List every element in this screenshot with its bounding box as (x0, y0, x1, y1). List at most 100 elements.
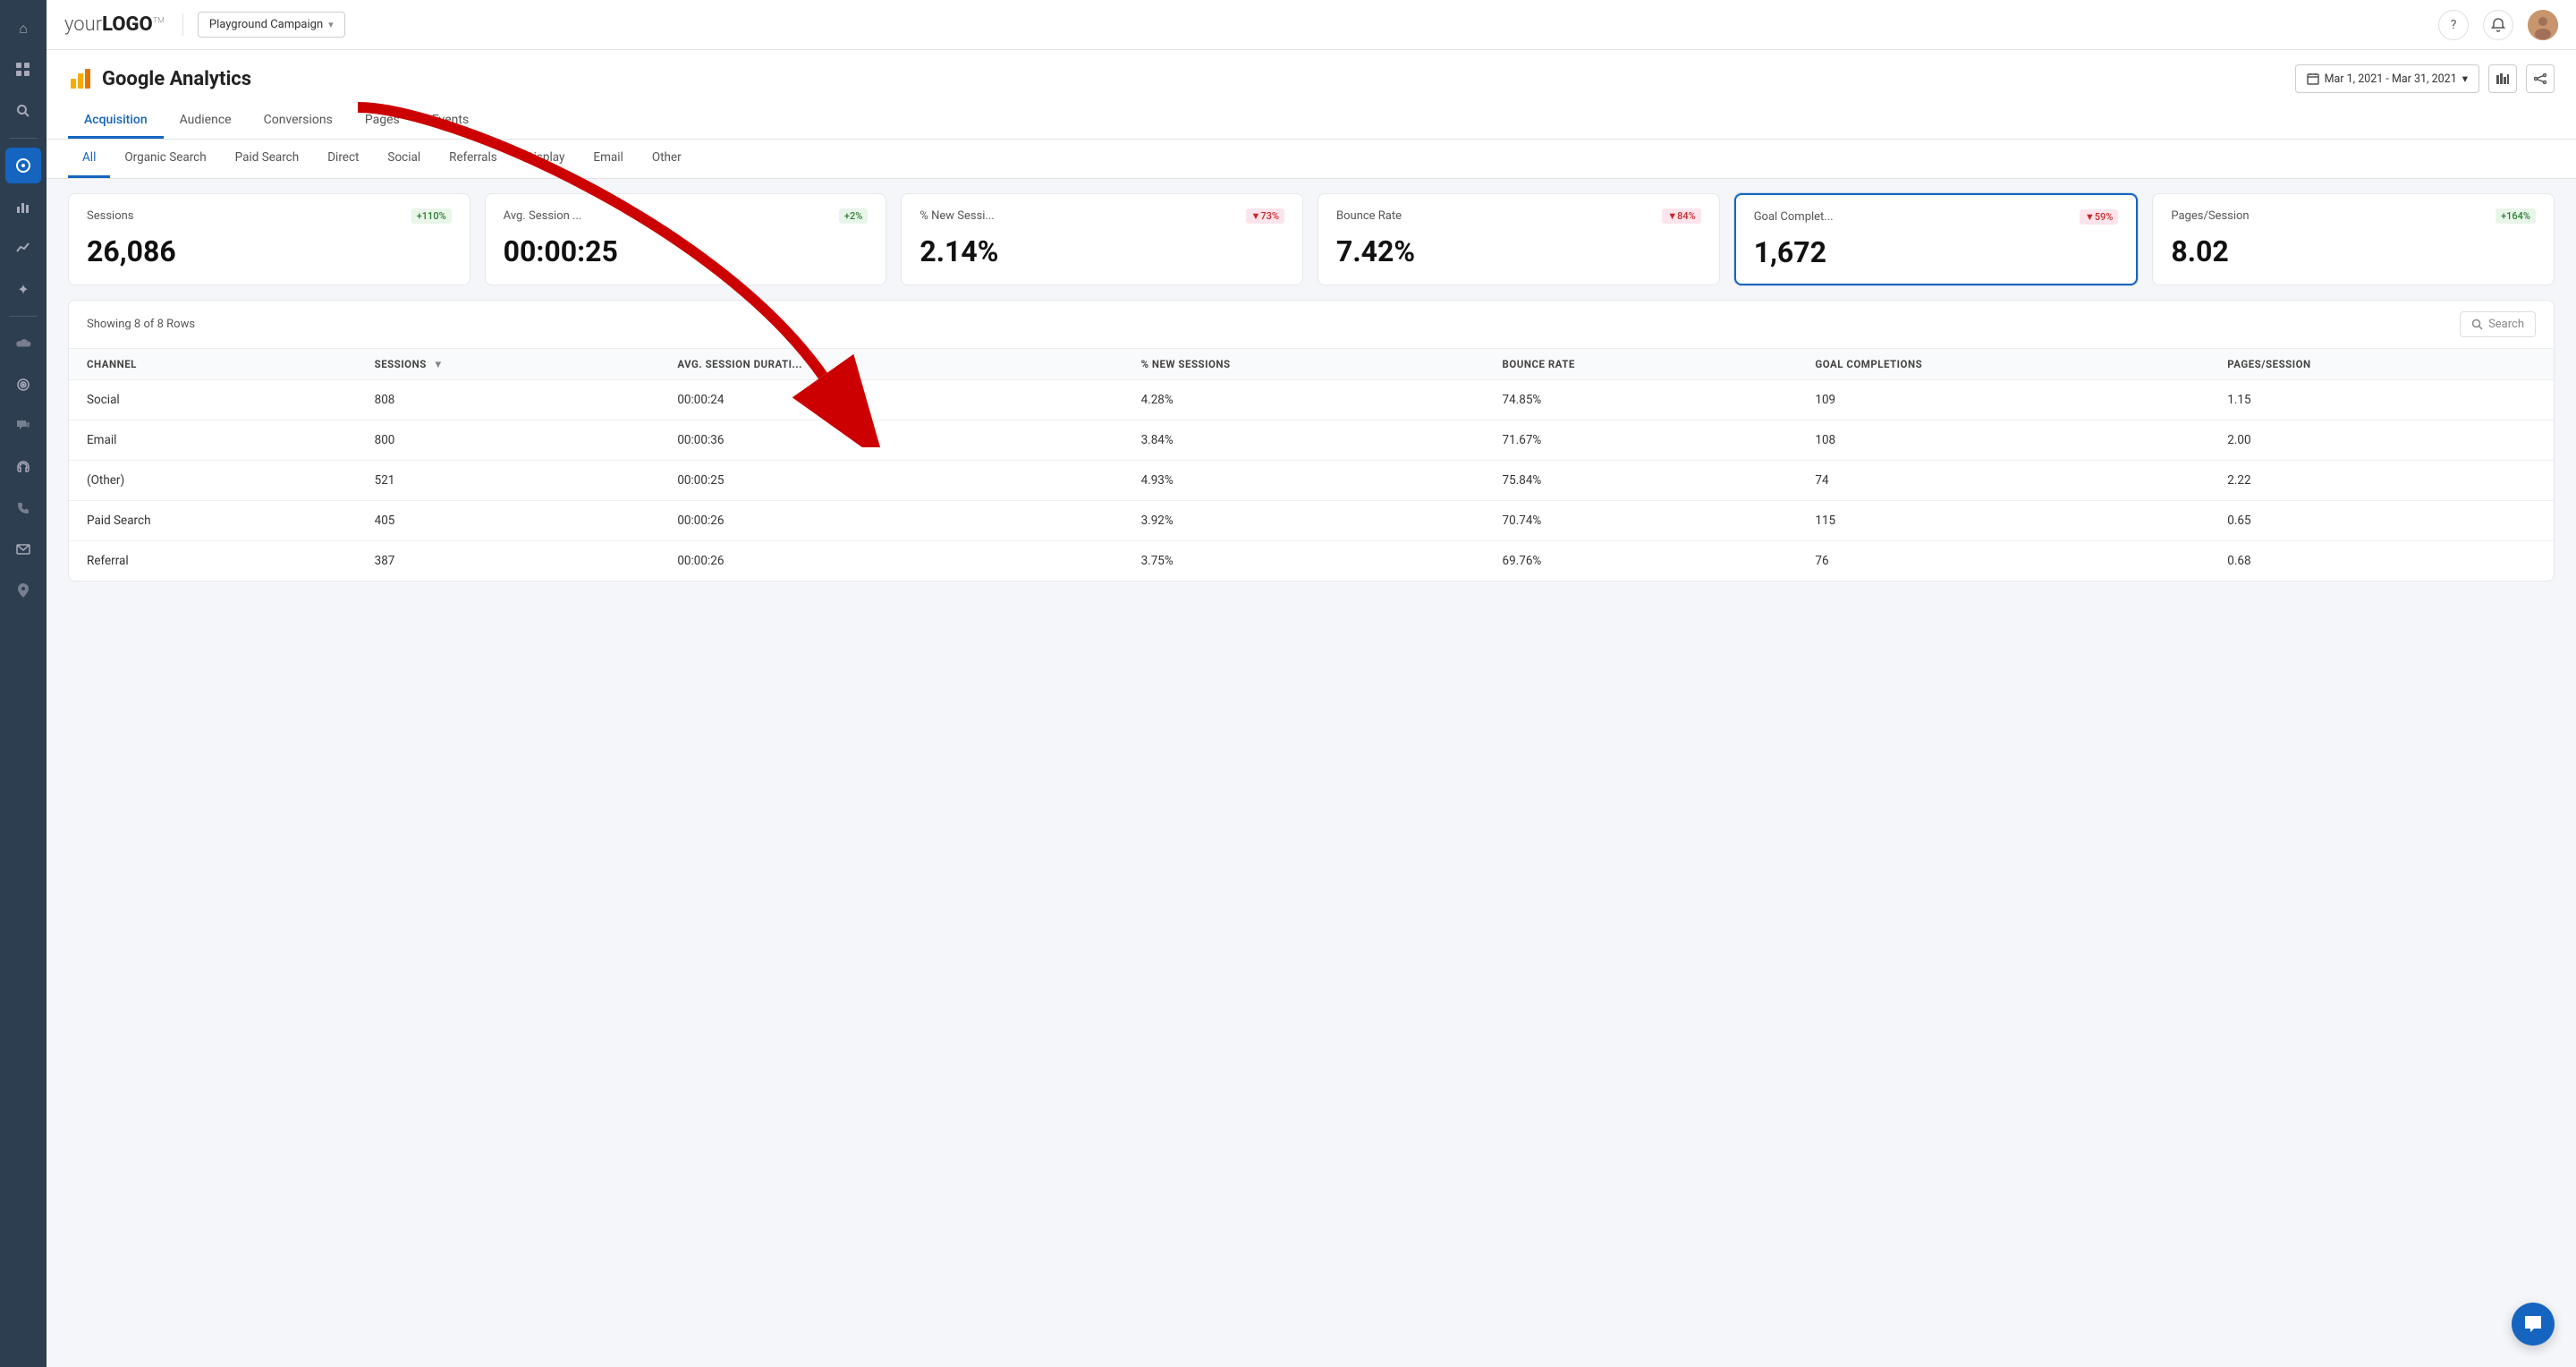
sub-tab-other[interactable]: Other (638, 140, 696, 178)
metric-header: Bounce Rate ▼84% (1336, 208, 1701, 224)
sub-tab-all[interactable]: All (68, 140, 110, 178)
cell-channel: Paid Search (69, 501, 357, 541)
cell-pages-session: 2.00 (2209, 420, 2554, 461)
metric-header: Avg. Session ... +2% (504, 208, 869, 224)
sidebar: ⌂ ✦ (0, 0, 47, 1367)
cell-bounce-rate: 75.84% (1485, 461, 1798, 501)
metric-badge: ▼59% (2080, 209, 2119, 225)
cell-pages-session: 0.68 (2209, 541, 2554, 582)
chart-bar-icon[interactable] (5, 189, 41, 225)
target-icon[interactable] (5, 367, 41, 403)
date-range-arrow: ▾ (2462, 72, 2468, 86)
help-button[interactable]: ? (2438, 10, 2469, 40)
sub-tab-referrals[interactable]: Referrals (435, 140, 512, 178)
sub-tab-paid[interactable]: Paid Search (221, 140, 314, 178)
grid-icon[interactable] (5, 52, 41, 88)
metrics-row: Sessions +110% 26,086 Avg. Session ... +… (47, 179, 2576, 300)
tab-pages[interactable]: Pages (349, 104, 416, 139)
col-new-sessions: % NEW SESSIONS (1123, 349, 1485, 380)
dashboard-icon[interactable] (5, 148, 41, 183)
home-icon[interactable]: ⌂ (5, 11, 41, 47)
phone-icon[interactable] (5, 490, 41, 526)
sparkle-icon[interactable]: ✦ (5, 271, 41, 307)
cloud-icon[interactable] (5, 326, 41, 361)
page-title: Google Analytics (102, 68, 251, 90)
analytics-header: Google Analytics Mar 1, 2021 - Mar 31, 2… (47, 50, 2576, 140)
data-table-element: CHANNEL SESSIONS ▼ AVG. SESSION DURATI..… (69, 349, 2554, 581)
table-row[interactable]: (Other) 521 00:00:25 4.93% 75.84% 74 2.2… (69, 461, 2554, 501)
avatar-image (2528, 10, 2558, 40)
analytics-title-row: Google Analytics Mar 1, 2021 - Mar 31, 2… (68, 64, 2555, 93)
search-box[interactable]: Search (2460, 311, 2536, 337)
cell-pages-session: 1.15 (2209, 380, 2554, 420)
notifications-button[interactable] (2483, 10, 2513, 40)
metric-card-2[interactable]: % New Sessi... ▼73% 2.14% (901, 193, 1303, 285)
metric-badge: +110% (411, 208, 452, 224)
metric-badge: ▼84% (1662, 208, 1701, 224)
campaign-selector[interactable]: Playground Campaign ▾ (198, 12, 345, 38)
logo-text: yourLOGOTM (64, 13, 165, 36)
metric-card-0[interactable]: Sessions +110% 26,086 (68, 193, 470, 285)
main-nav: Acquisition Audience Conversions Pages E… (68, 104, 2555, 139)
share-button[interactable] (2526, 64, 2555, 93)
cell-goal-completions: 108 (1797, 420, 2209, 461)
content-area: Google Analytics Mar 1, 2021 - Mar 31, 2… (47, 50, 2576, 1367)
cell-new-sessions: 4.93% (1123, 461, 1485, 501)
table-row[interactable]: Referral 387 00:00:26 3.75% 69.76% 76 0.… (69, 541, 2554, 582)
table-row[interactable]: Email 800 00:00:36 3.84% 71.67% 108 2.00 (69, 420, 2554, 461)
chart-view-button[interactable] (2488, 64, 2517, 93)
sub-tab-direct[interactable]: Direct (313, 140, 373, 178)
logo-tm: TM (153, 17, 165, 26)
user-avatar[interactable] (2528, 10, 2558, 40)
chat-bubbles-icon[interactable] (5, 408, 41, 444)
campaign-label: Playground Campaign (209, 18, 323, 31)
calendar-icon (2307, 72, 2319, 85)
sub-tab-display[interactable]: Display (512, 140, 580, 178)
metric-badge: +2% (839, 208, 868, 224)
mail-icon[interactable] (5, 531, 41, 567)
cell-sessions: 405 (357, 501, 660, 541)
chat-button[interactable] (2512, 1303, 2555, 1346)
cell-goal-completions: 109 (1797, 380, 2209, 420)
search-icon[interactable] (5, 93, 41, 129)
cell-sessions: 800 (357, 420, 660, 461)
metric-label: Bounce Rate (1336, 209, 1402, 223)
tab-acquisition[interactable]: Acquisition (68, 104, 164, 139)
cell-bounce-rate: 74.85% (1485, 380, 1798, 420)
cell-pages-session: 2.22 (2209, 461, 2554, 501)
metric-card-4[interactable]: Goal Complet... ▼59% 1,672 (1734, 193, 2139, 285)
rows-info: Showing 8 of 8 Rows (87, 318, 195, 331)
headset-icon[interactable] (5, 449, 41, 485)
header-right-controls: Mar 1, 2021 - Mar 31, 2021 ▾ (2295, 64, 2555, 93)
chart-columns-icon (2496, 72, 2509, 85)
sub-tab-organic[interactable]: Organic Search (110, 140, 220, 178)
tab-audience[interactable]: Audience (164, 104, 248, 139)
sub-tab-email[interactable]: Email (579, 140, 637, 178)
table-row[interactable]: Social 808 00:00:24 4.28% 74.85% 109 1.1… (69, 380, 2554, 420)
sub-tab-social[interactable]: Social (373, 140, 435, 178)
tab-conversions[interactable]: Conversions (248, 104, 349, 139)
tab-events[interactable]: Events (416, 104, 485, 139)
metric-card-3[interactable]: Bounce Rate ▼84% 7.42% (1318, 193, 1720, 285)
bell-icon (2491, 18, 2505, 32)
col-sessions[interactable]: SESSIONS ▼ (357, 349, 660, 380)
cell-sessions: 521 (357, 461, 660, 501)
metric-header: % New Sessi... ▼73% (919, 208, 1284, 224)
metric-header: Sessions +110% (87, 208, 452, 224)
cell-bounce-rate: 70.74% (1485, 501, 1798, 541)
location-icon[interactable] (5, 573, 41, 608)
metric-badge: ▼73% (1246, 208, 1285, 224)
metric-header: Goal Complet... ▼59% (1754, 209, 2119, 225)
cell-sessions: 808 (357, 380, 660, 420)
date-range-button[interactable]: Mar 1, 2021 - Mar 31, 2021 ▾ (2295, 64, 2479, 93)
cell-new-sessions: 3.84% (1123, 420, 1485, 461)
chart-line-icon[interactable] (5, 230, 41, 266)
table-row[interactable]: Paid Search 405 00:00:26 3.92% 70.74% 11… (69, 501, 2554, 541)
cell-new-sessions: 3.92% (1123, 501, 1485, 541)
metric-card-5[interactable]: Pages/Session +164% 8.02 (2152, 193, 2555, 285)
logo-area: yourLOGOTM (64, 13, 183, 36)
metric-card-1[interactable]: Avg. Session ... +2% 00:00:25 (485, 193, 887, 285)
data-table: Showing 8 of 8 Rows Search CHANNEL SESSI… (68, 300, 2555, 582)
cell-avg-session: 00:00:24 (659, 380, 1123, 420)
table-toolbar: Showing 8 of 8 Rows Search (69, 301, 2554, 349)
